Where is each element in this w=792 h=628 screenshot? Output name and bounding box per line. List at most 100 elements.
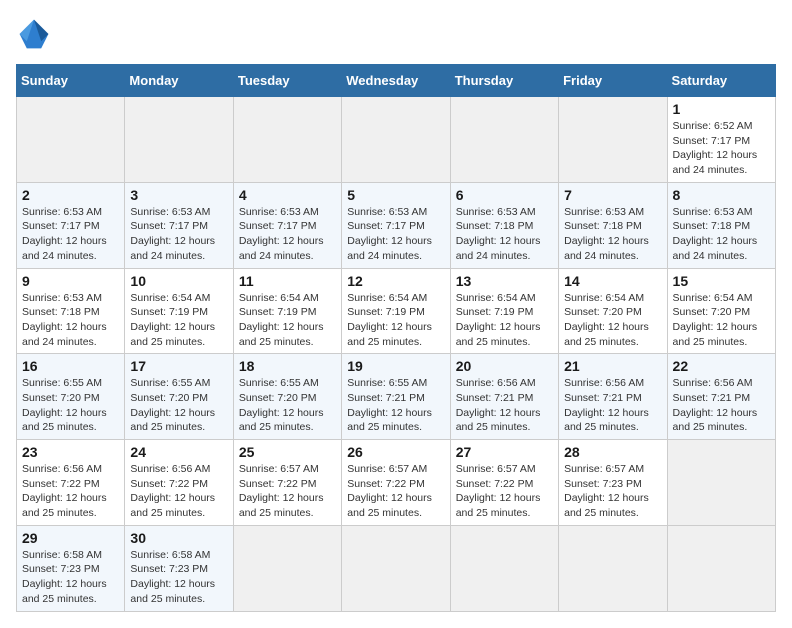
calendar-cell: 3Sunrise: 6:53 AMSunset: 7:17 PMDaylight… xyxy=(125,182,233,268)
day-detail: Sunrise: 6:58 AMSunset: 7:23 PMDaylight:… xyxy=(22,548,119,607)
calendar-cell xyxy=(667,525,775,611)
day-number: 19 xyxy=(347,358,444,374)
day-number: 14 xyxy=(564,273,661,289)
day-detail: Sunrise: 6:56 AMSunset: 7:21 PMDaylight:… xyxy=(673,376,770,435)
calendar-cell: 18 Sunrise: 6:55 AMSunset: 7:20 PMDayligh… xyxy=(233,354,341,440)
day-detail: Sunrise: 6:57 AMSunset: 7:23 PMDaylight:… xyxy=(564,462,661,521)
calendar-cell: 1 Sunrise: 6:52 AMSunset: 7:17 PMDaylight… xyxy=(667,97,775,183)
calendar-cell xyxy=(559,97,667,183)
calendar-cell xyxy=(233,97,341,183)
day-number: 30 xyxy=(130,530,227,546)
calendar-week-row: 23 Sunrise: 6:56 AMSunset: 7:22 PMDayligh… xyxy=(17,440,776,526)
calendar-cell: 9Sunrise: 6:53 AMSunset: 7:18 PMDaylight… xyxy=(17,268,125,354)
calendar-cell: 6 Sunrise: 6:53 AMSunset: 7:18 PMDaylight… xyxy=(450,182,558,268)
day-number: 28 xyxy=(564,444,661,460)
calendar-cell: 28 Sunrise: 6:57 AMSunset: 7:23 PMDayligh… xyxy=(559,440,667,526)
header-wednesday: Wednesday xyxy=(342,65,450,97)
calendar-cell xyxy=(125,97,233,183)
logo xyxy=(16,16,58,52)
calendar-cell: 4 Sunrise: 6:53 AMSunset: 7:17 PMDaylight… xyxy=(233,182,341,268)
day-detail: Sunrise: 6:56 AMSunset: 7:22 PMDaylight:… xyxy=(130,462,227,521)
calendar-cell xyxy=(17,97,125,183)
day-detail: Sunrise: 6:54 AMSunset: 7:19 PMDaylight:… xyxy=(130,291,227,350)
calendar-cell: 13 Sunrise: 6:54 AMSunset: 7:19 PMDayligh… xyxy=(450,268,558,354)
day-detail: Sunrise: 6:58 AMSunset: 7:23 PMDaylight:… xyxy=(130,548,227,607)
day-detail: Sunrise: 6:54 AMSunset: 7:20 PMDaylight:… xyxy=(673,291,770,350)
day-number: 11 xyxy=(239,273,336,289)
day-number: 13 xyxy=(456,273,553,289)
day-number: 10 xyxy=(130,273,227,289)
day-detail: Sunrise: 6:57 AMSunset: 7:22 PMDaylight:… xyxy=(456,462,553,521)
day-detail: Sunrise: 6:55 AMSunset: 7:20 PMDaylight:… xyxy=(239,376,336,435)
day-detail: Sunrise: 6:54 AMSunset: 7:19 PMDaylight:… xyxy=(456,291,553,350)
day-number: 1 xyxy=(673,101,770,117)
calendar-cell: 8Sunrise: 6:53 AMSunset: 7:18 PMDaylight… xyxy=(667,182,775,268)
day-number: 6 xyxy=(456,187,553,203)
day-number: 22 xyxy=(673,358,770,374)
calendar-cell xyxy=(667,440,775,526)
day-number: 5 xyxy=(347,187,444,203)
header-friday: Friday xyxy=(559,65,667,97)
day-detail: Sunrise: 6:56 AMSunset: 7:21 PMDaylight:… xyxy=(456,376,553,435)
day-number: 17 xyxy=(130,358,227,374)
calendar-header-row: SundayMondayTuesdayWednesdayThursdayFrid… xyxy=(17,65,776,97)
day-detail: Sunrise: 6:55 AMSunset: 7:20 PMDaylight:… xyxy=(130,376,227,435)
calendar-cell xyxy=(233,525,341,611)
day-detail: Sunrise: 6:53 AMSunset: 7:17 PMDaylight:… xyxy=(347,205,444,264)
calendar-cell: 15Sunrise: 6:54 AMSunset: 7:20 PMDayligh… xyxy=(667,268,775,354)
page-header xyxy=(16,16,776,52)
calendar-cell: 30 Sunrise: 6:58 AMSunset: 7:23 PMDayligh… xyxy=(125,525,233,611)
logo-icon xyxy=(16,16,52,52)
day-number: 25 xyxy=(239,444,336,460)
calendar-cell: 24 Sunrise: 6:56 AMSunset: 7:22 PMDayligh… xyxy=(125,440,233,526)
calendar-cell: 5 Sunrise: 6:53 AMSunset: 7:17 PMDaylight… xyxy=(342,182,450,268)
calendar-cell: 29Sunrise: 6:58 AMSunset: 7:23 PMDayligh… xyxy=(17,525,125,611)
header-thursday: Thursday xyxy=(450,65,558,97)
day-number: 18 xyxy=(239,358,336,374)
day-number: 26 xyxy=(347,444,444,460)
calendar-cell: 25 Sunrise: 6:57 AMSunset: 7:22 PMDayligh… xyxy=(233,440,341,526)
day-detail: Sunrise: 6:57 AMSunset: 7:22 PMDaylight:… xyxy=(239,462,336,521)
day-number: 4 xyxy=(239,187,336,203)
header-tuesday: Tuesday xyxy=(233,65,341,97)
calendar-cell xyxy=(342,97,450,183)
day-detail: Sunrise: 6:53 AMSunset: 7:18 PMDaylight:… xyxy=(564,205,661,264)
calendar-cell: 17 Sunrise: 6:55 AMSunset: 7:20 PMDayligh… xyxy=(125,354,233,440)
calendar-cell: 19 Sunrise: 6:55 AMSunset: 7:21 PMDayligh… xyxy=(342,354,450,440)
header-saturday: Saturday xyxy=(667,65,775,97)
calendar-week-row: 29Sunrise: 6:58 AMSunset: 7:23 PMDayligh… xyxy=(17,525,776,611)
day-number: 24 xyxy=(130,444,227,460)
day-detail: Sunrise: 6:53 AMSunset: 7:18 PMDaylight:… xyxy=(456,205,553,264)
header-sunday: Sunday xyxy=(17,65,125,97)
calendar-cell xyxy=(450,525,558,611)
day-detail: Sunrise: 6:55 AMSunset: 7:20 PMDaylight:… xyxy=(22,376,119,435)
day-number: 27 xyxy=(456,444,553,460)
calendar-cell: 26Sunrise: 6:57 AMSunset: 7:22 PMDayligh… xyxy=(342,440,450,526)
day-detail: Sunrise: 6:55 AMSunset: 7:21 PMDaylight:… xyxy=(347,376,444,435)
calendar-week-row: 2 Sunrise: 6:53 AMSunset: 7:17 PMDaylight… xyxy=(17,182,776,268)
day-number: 2 xyxy=(22,187,119,203)
day-number: 23 xyxy=(22,444,119,460)
day-number: 9 xyxy=(22,273,119,289)
calendar-cell: 10 Sunrise: 6:54 AMSunset: 7:19 PMDayligh… xyxy=(125,268,233,354)
day-number: 7 xyxy=(564,187,661,203)
day-number: 20 xyxy=(456,358,553,374)
day-number: 12 xyxy=(347,273,444,289)
calendar-cell: 7 Sunrise: 6:53 AMSunset: 7:18 PMDaylight… xyxy=(559,182,667,268)
day-detail: Sunrise: 6:53 AMSunset: 7:17 PMDaylight:… xyxy=(22,205,119,264)
calendar-cell: 23 Sunrise: 6:56 AMSunset: 7:22 PMDayligh… xyxy=(17,440,125,526)
day-detail: Sunrise: 6:54 AMSunset: 7:20 PMDaylight:… xyxy=(564,291,661,350)
day-number: 3 xyxy=(130,187,227,203)
calendar-week-row: 9Sunrise: 6:53 AMSunset: 7:18 PMDaylight… xyxy=(17,268,776,354)
calendar-cell xyxy=(450,97,558,183)
calendar-cell: 20 Sunrise: 6:56 AMSunset: 7:21 PMDayligh… xyxy=(450,354,558,440)
header-monday: Monday xyxy=(125,65,233,97)
calendar-cell: 22 Sunrise: 6:56 AMSunset: 7:21 PMDayligh… xyxy=(667,354,775,440)
day-detail: Sunrise: 6:54 AMSunset: 7:19 PMDaylight:… xyxy=(239,291,336,350)
day-detail: Sunrise: 6:53 AMSunset: 7:17 PMDaylight:… xyxy=(239,205,336,264)
calendar-cell: 21Sunrise: 6:56 AMSunset: 7:21 PMDayligh… xyxy=(559,354,667,440)
day-number: 8 xyxy=(673,187,770,203)
day-detail: Sunrise: 6:56 AMSunset: 7:22 PMDaylight:… xyxy=(22,462,119,521)
day-detail: Sunrise: 6:52 AMSunset: 7:17 PMDaylight:… xyxy=(673,119,770,178)
day-number: 21 xyxy=(564,358,661,374)
